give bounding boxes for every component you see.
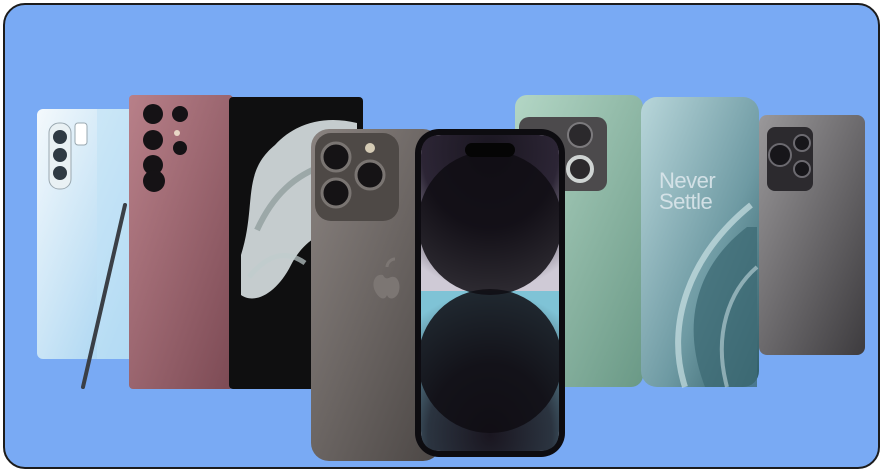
phone-graphite-back: [759, 115, 865, 355]
phone-dynamic-island-front: [415, 129, 565, 457]
phones-scene: Never Settle: [37, 95, 865, 461]
phone-teal-curved-screen: [641, 97, 759, 388]
screen-text-line2: Settle: [659, 189, 713, 214]
phone-white-with-stylus: [37, 109, 137, 389]
screen-text-line1: Never: [659, 170, 716, 193]
image-frame: Never Settle: [3, 3, 880, 469]
phone-burgundy-quad-camera: [129, 95, 233, 389]
